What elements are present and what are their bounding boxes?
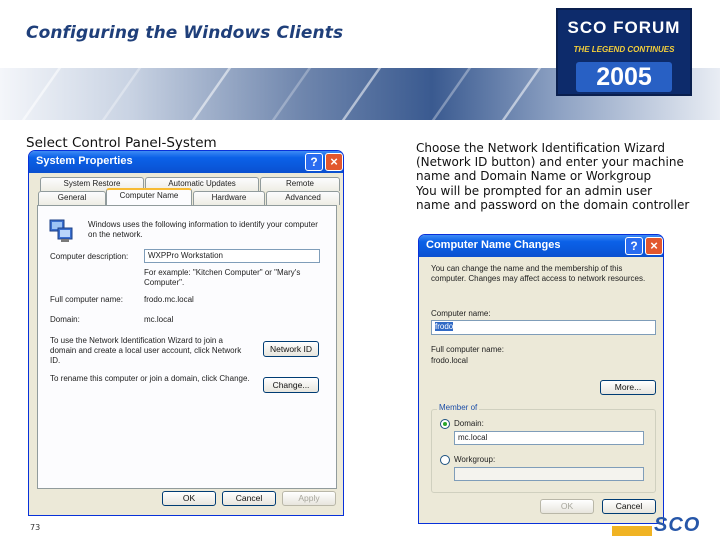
computer-name-selection: frodo <box>435 322 454 331</box>
description-label: Computer description: <box>50 252 129 261</box>
more-button[interactable]: More... <box>600 380 656 395</box>
caption-line: You will be prompted for an admin user <box>416 183 653 198</box>
help-button[interactable]: ? <box>625 237 643 255</box>
caption-line: Choose the Network Identification Wizard <box>416 141 665 155</box>
network-id-button[interactable]: Network ID <box>263 341 319 357</box>
tab-hardware[interactable]: Hardware <box>193 191 265 205</box>
workgroup-input[interactable] <box>454 467 644 481</box>
computer-description-input[interactable]: WXPPro Workstation <box>144 249 320 263</box>
full-name-label: Full computer name: <box>431 345 504 354</box>
caption-line: name and password on the domain controll… <box>416 197 690 212</box>
tab-general[interactable]: General <box>38 191 106 205</box>
banner-streak <box>191 68 232 120</box>
tab-advanced[interactable]: Advanced <box>266 191 340 205</box>
sco-footer-logo: SCO <box>612 514 718 538</box>
tab-computer-name[interactable]: Computer Name <box>106 188 192 205</box>
computer-name-changes-body: You can change the name and the membersh… <box>422 257 660 520</box>
tab-remote[interactable]: Remote <box>260 177 340 191</box>
full-name-value: frodo.local <box>431 356 468 365</box>
window-title: Computer Name Changes <box>426 239 561 251</box>
caption-left: Select Control Panel-System <box>26 135 217 151</box>
help-button[interactable]: ? <box>305 153 323 171</box>
cancel-button[interactable]: Cancel <box>222 491 276 506</box>
rename-text: To rename this computer or join a domain… <box>50 374 250 383</box>
close-button[interactable]: × <box>325 153 343 171</box>
logo-title: SCO FORUM <box>567 18 681 37</box>
domain-radio[interactable] <box>440 419 450 429</box>
ok-button[interactable]: OK <box>540 499 594 514</box>
window-title: System Properties <box>36 155 133 167</box>
banner-streak <box>501 68 542 120</box>
cancel-button[interactable]: Cancel <box>602 499 656 514</box>
computer-name-label: Computer name: <box>431 309 491 318</box>
computer-name-input[interactable]: frodo <box>431 320 656 335</box>
network-computer-icon <box>49 219 73 242</box>
computer-name-changes-window: Computer Name Changes ? × You can change… <box>418 234 664 524</box>
sco-forum-logo: SCO FORUM THE LEGEND CONTINUES 2005 <box>556 8 692 96</box>
full-name-value: frodo.mc.local <box>144 295 194 304</box>
ok-button[interactable]: OK <box>162 491 216 506</box>
banner-streak <box>341 68 382 120</box>
footer-logo-bar <box>612 526 652 536</box>
member-of-legend: Member of <box>437 403 480 412</box>
footer-logo-text: SCO <box>654 514 701 536</box>
logo-tagline: THE LEGEND CONTINUES <box>573 45 675 54</box>
caption-line: (Network ID button) and enter your machi… <box>416 155 684 170</box>
banner-streak <box>101 68 142 120</box>
domain-label: Domain: <box>50 315 80 324</box>
logo-year: 2005 <box>576 62 672 92</box>
banner-streak <box>431 68 472 120</box>
workgroup-option-label: Workgroup: <box>454 455 496 464</box>
intro-text: You can change the name and the membersh… <box>431 264 646 283</box>
wizard-text: To use the Network Identification Wizard… <box>50 336 242 365</box>
page-number: 73 <box>30 523 41 532</box>
full-name-label: Full computer name: <box>50 295 123 304</box>
example-text: For example: "Kitchen Computer" or "Mary… <box>144 268 301 287</box>
domain-value: mc.local <box>144 315 174 324</box>
banner-streak <box>21 68 62 120</box>
computer-name-panel: Windows uses the following information t… <box>37 205 337 489</box>
banner-streak <box>271 68 312 120</box>
system-properties-body: System Restore Automatic Updates Remote … <box>32 173 340 512</box>
domain-input[interactable]: mc.local <box>454 431 644 445</box>
system-properties-window: System Properties ? × System Restore Aut… <box>28 150 344 516</box>
workgroup-radio[interactable] <box>440 455 450 465</box>
change-button[interactable]: Change... <box>263 377 319 393</box>
close-button[interactable]: × <box>645 237 663 255</box>
apply-button[interactable]: Apply <box>282 491 336 506</box>
computer-name-changes-titlebar[interactable]: Computer Name Changes ? × <box>419 235 663 257</box>
system-properties-titlebar[interactable]: System Properties ? × <box>29 151 343 173</box>
caption-right: Choose the Network Identification Wizard… <box>416 141 706 212</box>
caption-line: name and Domain Name or Workgroup <box>416 169 652 184</box>
intro-text: Windows uses the following information t… <box>88 220 318 239</box>
slide-title: Configuring the Windows Clients <box>26 23 344 43</box>
domain-option-label: Domain: <box>454 419 484 428</box>
